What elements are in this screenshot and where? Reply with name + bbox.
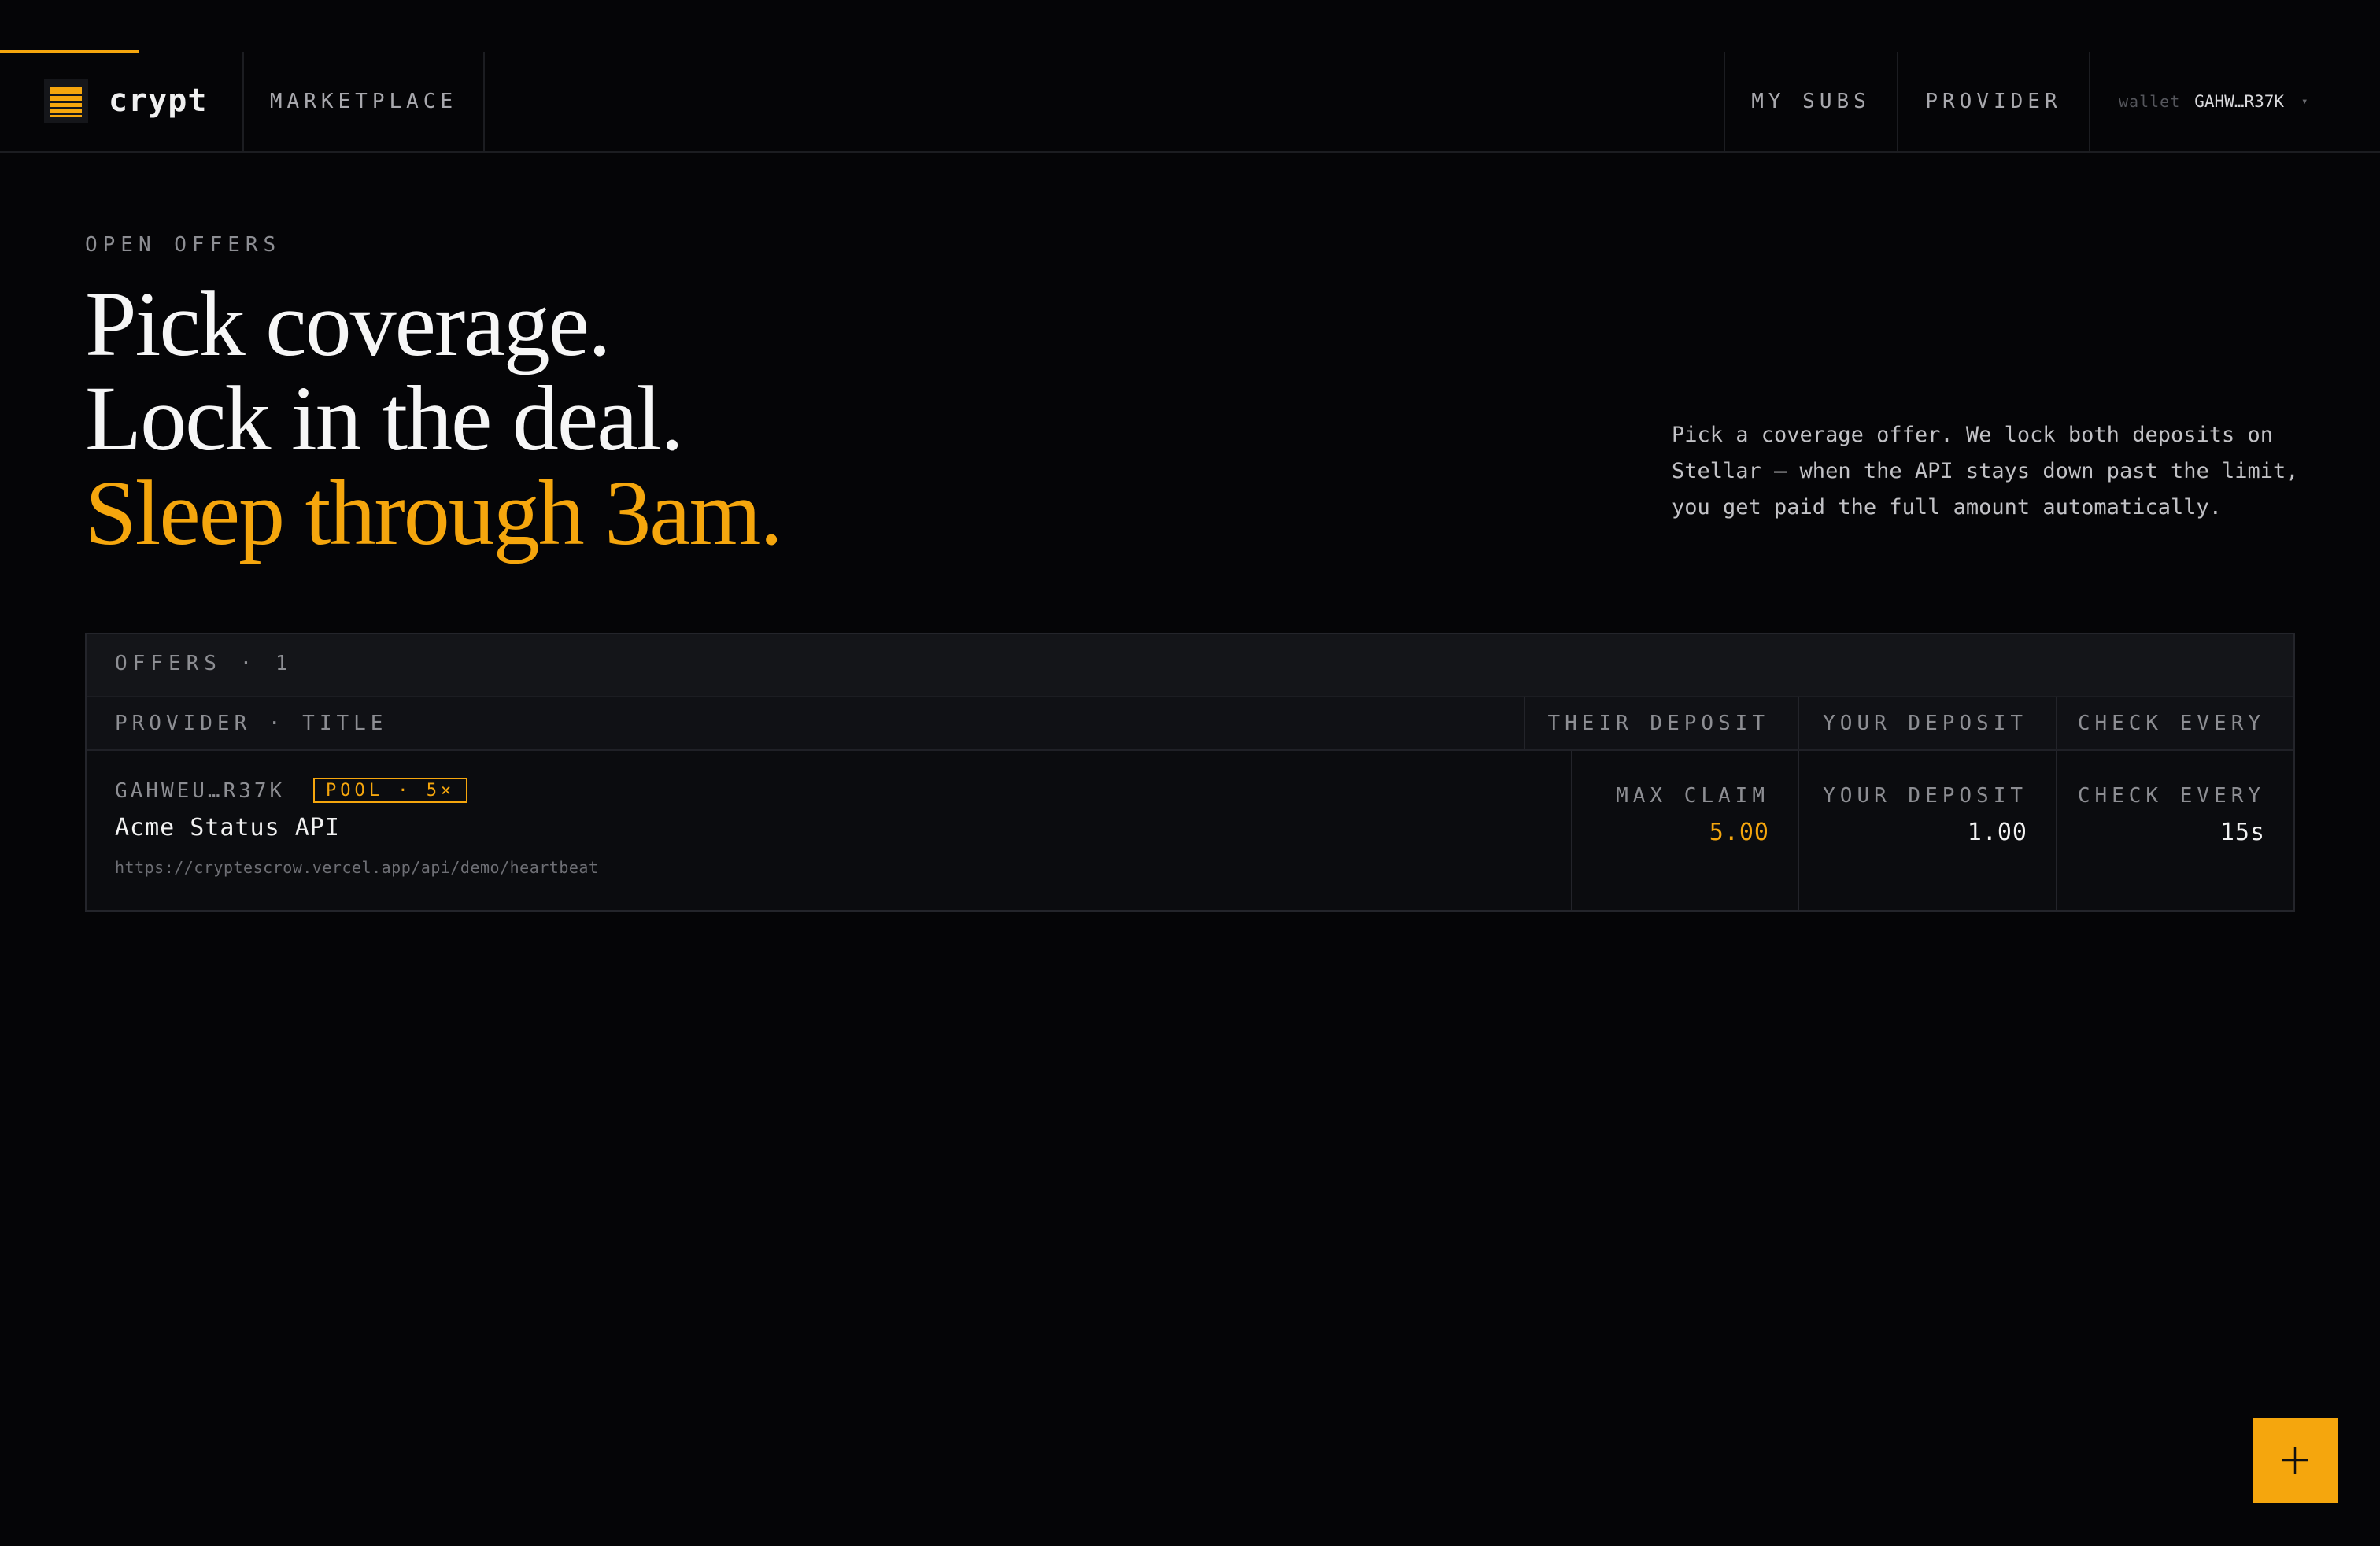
brand-home-link[interactable]: crypt xyxy=(0,52,244,151)
nav-marketplace[interactable]: MARKETPLACE xyxy=(244,52,485,151)
chevron-down-icon: ▾ xyxy=(2301,95,2308,108)
your-deposit-label: YOUR DEPOSIT xyxy=(1823,784,2027,808)
offer-provider-address: GAHWEU…R37K xyxy=(115,779,286,803)
offer-your-deposit-cell: YOUR DEPOSIT 1.00 xyxy=(1798,751,2056,910)
offer-title: Acme Status API xyxy=(115,814,340,841)
offers-count: OFFERS · 1 xyxy=(115,652,294,675)
hero-description: Pick a coverage offer. We lock both depo… xyxy=(1672,423,2299,520)
crypt-logo-icon xyxy=(44,79,88,123)
offer-max-claim-cell: MAX CLAIM 5.00 xyxy=(1571,751,1798,910)
offer-row[interactable]: GAHWEU…R37K POOL · 5× Acme Status API ht… xyxy=(87,751,2293,910)
your-deposit-value: 1.00 xyxy=(1967,819,2027,846)
offer-check-every-cell: CHECK EVERY 15s xyxy=(2056,751,2293,910)
max-claim-label: MAX CLAIM xyxy=(1616,784,1769,808)
check-every-label: CHECK EVERY xyxy=(2077,784,2265,808)
top-nav-bar: crypt MARKETPLACE MY SUBS PROVIDER walle… xyxy=(0,52,2380,153)
offers-table-header: OFFERS · 1 xyxy=(87,634,2293,697)
column-header-row: PROVIDER · TITLE THEIR DEPOSIT YOUR DEPO… xyxy=(87,697,2293,751)
offers-table: OFFERS · 1 PROVIDER · TITLE THEIR DEPOSI… xyxy=(85,633,2295,912)
section-eyebrow: OPEN OFFERS xyxy=(85,233,282,257)
wallet-address: GAHW…R37K xyxy=(2194,92,2285,111)
column-header-check-every: CHECK EVERY xyxy=(2056,697,2293,749)
nav-my-subs[interactable]: MY SUBS xyxy=(1724,52,1898,151)
headline-line-2: Lock in the deal. xyxy=(85,367,684,470)
column-header-provider-title: PROVIDER · TITLE xyxy=(115,712,388,735)
plus-icon xyxy=(2279,1444,2311,1478)
hero-headline: Pick coverage. Lock in the deal. Sleep t… xyxy=(85,272,783,564)
nav-provider[interactable]: PROVIDER xyxy=(1898,52,2090,151)
wallet-label: wallet xyxy=(2119,92,2181,111)
headline-line-3: Sleep through 3am. xyxy=(85,461,783,564)
check-every-value: 15s xyxy=(2219,819,2265,846)
add-offer-button[interactable] xyxy=(2252,1418,2338,1503)
pool-badge: POOL · 5× xyxy=(313,778,468,803)
headline-line-1: Pick coverage. xyxy=(85,272,612,375)
max-claim-value: 5.00 xyxy=(1709,819,1769,846)
column-header-your-deposit: YOUR DEPOSIT xyxy=(1798,697,2056,749)
wallet-menu-button[interactable]: wallet GAHW…R37K ▾ xyxy=(2092,52,2336,151)
offer-url: https://cryptescrow.vercel.app/api/demo/… xyxy=(115,858,599,877)
brand-name: crypt xyxy=(109,83,208,119)
column-header-their-deposit: THEIR DEPOSIT xyxy=(1524,697,1798,749)
